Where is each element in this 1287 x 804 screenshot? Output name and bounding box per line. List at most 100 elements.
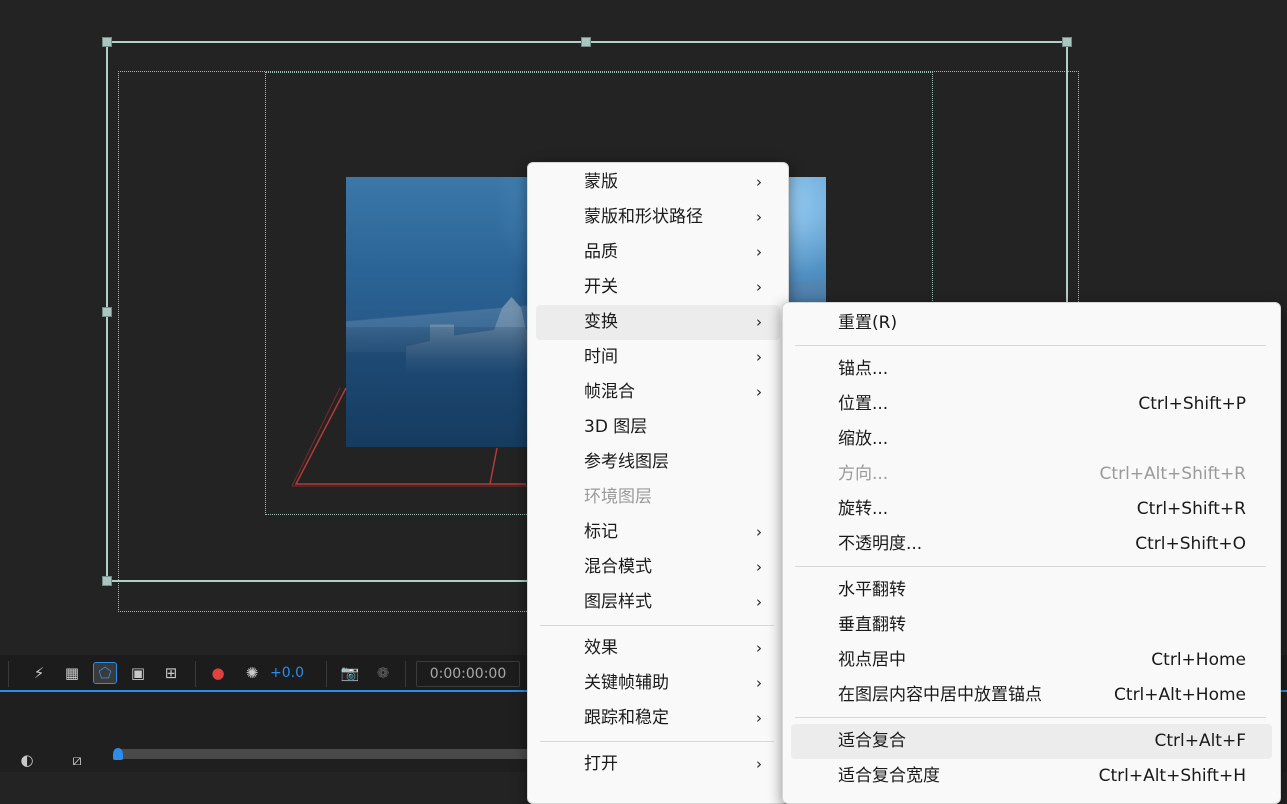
mask-path-visibility-icon[interactable]: ⬠ <box>93 662 117 684</box>
menu-item-label: 重置(R) <box>838 313 898 333</box>
menu-item-label: 缩放... <box>838 429 889 449</box>
toolbar-separator <box>326 661 327 687</box>
menu-item-quality[interactable]: 品质 › <box>536 235 780 270</box>
submenu-item-center-in-view[interactable]: 视点居中 Ctrl+Home <box>791 643 1272 678</box>
submenu-item-flip-horizontal[interactable]: 水平翻转 <box>791 573 1272 608</box>
menu-item-markers[interactable]: 标记 › <box>536 515 780 550</box>
bbox-right-edge <box>1066 42 1068 302</box>
bbox-handle-middle-left[interactable] <box>102 307 112 317</box>
bbox-handle-top-center[interactable] <box>581 37 591 47</box>
submenu-item-rotation[interactable]: 旋转... Ctrl+Shift+R <box>791 492 1272 527</box>
channel-rgb-icon[interactable]: ● <box>207 663 229 683</box>
menu-item-label: 适合复合 <box>838 731 906 751</box>
menu-item-label: 位置... <box>838 394 889 414</box>
time-navigator-bar[interactable] <box>118 749 538 759</box>
chevron-right-icon: › <box>756 278 762 296</box>
menu-item-layer-styles[interactable]: 图层样式 › <box>536 585 780 620</box>
bbox-handle-bottom-left[interactable] <box>102 576 112 586</box>
chevron-right-icon: › <box>756 755 762 773</box>
menu-item-frame-blending[interactable]: 帧混合 › <box>536 375 780 410</box>
menu-item-label: 品质 <box>584 242 618 262</box>
menu-separator <box>795 566 1266 567</box>
fast-preview-icon[interactable]: ⚡ <box>28 663 50 683</box>
graph-editor-icon[interactable]: ⧄ <box>66 750 88 770</box>
menu-item-shortcut: Ctrl+Shift+R <box>1136 499 1246 519</box>
menu-item-shortcut: Ctrl+Alt+Home <box>1114 685 1246 705</box>
submenu-item-scale[interactable]: 缩放... <box>791 422 1272 457</box>
menu-item-label: 图层样式 <box>584 592 652 612</box>
menu-item-transform[interactable]: 变换 › <box>536 305 780 340</box>
chevron-right-icon: › <box>756 523 762 541</box>
chevron-right-icon: › <box>756 243 762 261</box>
submenu-item-fit-to-comp[interactable]: 适合复合 Ctrl+Alt+F <box>791 724 1272 759</box>
show-snapshot-icon[interactable]: ❁ <box>372 663 394 683</box>
menu-item-keyframe-assistant[interactable]: 关键帧辅助 › <box>536 666 780 701</box>
menu-item-label: 方向... <box>838 464 889 484</box>
submenu-item-opacity[interactable]: 不透明度... Ctrl+Shift+O <box>791 527 1272 562</box>
menu-item-environment-layer: 环境图层 <box>536 480 780 515</box>
chevron-right-icon: › <box>756 348 762 366</box>
bbox-handle-top-right[interactable] <box>1062 37 1072 47</box>
toolbar-separator <box>8 661 9 687</box>
menu-item-label: 开关 <box>584 277 618 297</box>
menu-separator <box>795 345 1266 346</box>
menu-item-guide-layer[interactable]: 参考线图层 <box>536 445 780 480</box>
chevron-right-icon: › <box>756 593 762 611</box>
menu-item-track-stabilize[interactable]: 跟踪和稳定 › <box>536 701 780 736</box>
menu-item-label: 在图层内容中居中放置锚点 <box>838 685 1042 705</box>
menu-item-shortcut: Ctrl+Home <box>1151 650 1246 670</box>
menu-item-mask-shape-path[interactable]: 蒙版和形状路径 › <box>536 200 780 235</box>
chevron-right-icon: › <box>756 674 762 692</box>
bbox-bottom-edge <box>107 580 527 582</box>
bbox-handle-top-left[interactable] <box>102 37 112 47</box>
transform-submenu: 重置(R) 锚点... 位置... Ctrl+Shift+P 缩放... 方向..… <box>782 302 1281 804</box>
toolbar-separator <box>405 661 406 687</box>
chevron-right-icon: › <box>756 558 762 576</box>
grid-guides-icon[interactable]: ⊞ <box>160 663 182 683</box>
submenu-item-fit-to-comp-width[interactable]: 适合复合宽度 Ctrl+Alt+Shift+H <box>791 759 1272 794</box>
menu-item-label: 环境图层 <box>584 487 652 507</box>
menu-item-switches[interactable]: 开关 › <box>536 270 780 305</box>
menu-item-blending-mode[interactable]: 混合模式 › <box>536 550 780 585</box>
submenu-item-anchor-point[interactable]: 锚点... <box>791 352 1272 387</box>
menu-item-effect[interactable]: 效果 › <box>536 631 780 666</box>
menu-item-label: 旋转... <box>838 499 889 519</box>
region-of-interest-icon[interactable]: ▣ <box>127 663 149 683</box>
menu-item-label: 参考线图层 <box>584 452 669 472</box>
menu-item-label: 垂直翻转 <box>838 615 906 635</box>
menu-separator <box>540 741 774 742</box>
menu-item-3d-layer[interactable]: 3D 图层 <box>536 410 780 445</box>
snapshot-camera-icon[interactable]: 📷 <box>339 663 361 683</box>
time-navigator-start-handle[interactable] <box>113 748 123 760</box>
menu-item-label: 标记 <box>584 522 618 542</box>
menu-item-label: 蒙版 <box>584 172 618 192</box>
menu-item-label: 关键帧辅助 <box>584 673 669 693</box>
menu-item-label: 打开 <box>584 754 618 774</box>
submenu-item-flip-vertical[interactable]: 垂直翻转 <box>791 608 1272 643</box>
menu-item-label: 锚点... <box>838 359 889 379</box>
menu-item-label: 效果 <box>584 638 618 658</box>
current-time-display[interactable]: 0:00:00:00 <box>416 661 520 687</box>
motion-blur-icon[interactable]: ◐ <box>16 750 38 770</box>
menu-separator <box>540 625 774 626</box>
chevron-right-icon: › <box>756 173 762 191</box>
menu-item-label: 混合模式 <box>584 557 652 577</box>
menu-item-time[interactable]: 时间 › <box>536 340 780 375</box>
menu-item-label: 视点居中 <box>838 650 906 670</box>
chevron-right-icon: › <box>756 709 762 727</box>
menu-item-label: 适合复合宽度 <box>838 766 940 786</box>
chevron-right-icon: › <box>756 383 762 401</box>
menu-item-label: 蒙版和形状路径 <box>584 207 703 227</box>
submenu-item-center-anchor-in-content[interactable]: 在图层内容中居中放置锚点 Ctrl+Alt+Home <box>791 678 1272 713</box>
submenu-item-position[interactable]: 位置... Ctrl+Shift+P <box>791 387 1272 422</box>
menu-item-open[interactable]: 打开 › <box>536 747 780 782</box>
menu-item-shortcut: Ctrl+Shift+P <box>1138 394 1246 414</box>
menu-item-label: 水平翻转 <box>838 580 906 600</box>
layer-context-menu: 蒙版 › 蒙版和形状路径 › 品质 › 开关 › 变换 › 时间 › 帧混合 › 3D 图层 … <box>527 162 789 804</box>
transparency-grid-icon[interactable]: ▦ <box>61 663 83 683</box>
exposure-reset-icon[interactable]: ✺ <box>241 663 263 683</box>
exposure-value[interactable]: +0.0 <box>270 665 304 681</box>
submenu-item-reset[interactable]: 重置(R) <box>791 306 1272 341</box>
toolbar-separator <box>195 661 196 687</box>
menu-item-mask[interactable]: 蒙版 › <box>536 165 780 200</box>
